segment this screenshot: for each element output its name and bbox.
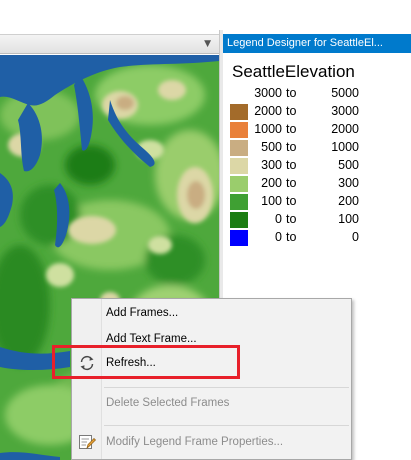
range-low: 1000 xyxy=(254,122,282,136)
legend-row[interactable]: 300 to 500 xyxy=(230,157,380,175)
range-high: 500 xyxy=(338,158,359,172)
legend-title[interactable]: SeattleElevation xyxy=(232,62,355,82)
legend-row[interactable]: 100 to 200 xyxy=(230,193,380,211)
range-to: to xyxy=(286,194,297,208)
range-to: to xyxy=(286,140,297,154)
range-high: 3000 xyxy=(331,104,359,118)
edit-properties-icon xyxy=(78,433,96,451)
menu-item-label: Delete Selected Frames xyxy=(106,397,230,409)
menu-item-modify-legend-frame-properties[interactable]: Modify Legend Frame Properties... xyxy=(72,430,351,454)
range-high: 2000 xyxy=(331,122,359,136)
legend-row[interactable]: 500 to 1000 xyxy=(230,139,380,157)
legend-swatch xyxy=(230,230,248,246)
legend-swatch xyxy=(230,176,248,192)
range-high: 100 xyxy=(338,212,359,226)
range-low: 500 xyxy=(261,140,282,154)
range-low: 0 xyxy=(275,212,282,226)
legend-swatch xyxy=(230,122,248,138)
menu-item-delete-selected-frames[interactable]: Delete Selected Frames xyxy=(72,391,351,415)
legend-swatch xyxy=(230,104,248,120)
range-high: 300 xyxy=(338,176,359,190)
legend-swatch xyxy=(230,86,248,102)
menu-item-add-frames[interactable]: Add Frames... xyxy=(72,301,351,325)
legend-items[interactable]: 3000 to 5000 2000 to 3000 1000 to 2000 5… xyxy=(230,85,380,247)
range-high: 5000 xyxy=(331,86,359,100)
legend-swatch xyxy=(230,140,248,156)
range-low: 200 xyxy=(261,176,282,190)
range-to: to xyxy=(286,122,297,136)
menu-separator xyxy=(104,425,349,426)
legend-swatch xyxy=(230,194,248,210)
legend-row[interactable]: 1000 to 2000 xyxy=(230,121,380,139)
range-low: 0 xyxy=(275,230,282,244)
legend-row[interactable]: 2000 to 3000 xyxy=(230,103,380,121)
legend-designer-title[interactable]: Legend Designer for SeattleEl... xyxy=(223,34,411,53)
range-to: to xyxy=(286,104,297,118)
legend-swatch xyxy=(230,158,248,174)
range-to: to xyxy=(286,176,297,190)
menu-item-label: Add Frames... xyxy=(106,307,179,319)
range-low: 2000 xyxy=(254,104,282,118)
legend-row[interactable]: 200 to 300 xyxy=(230,175,380,193)
range-to: to xyxy=(286,230,297,244)
range-to: to xyxy=(286,212,297,226)
context-menu: Add Frames... Add Text Frame... Refresh.… xyxy=(71,298,352,460)
range-high: 1000 xyxy=(331,140,359,154)
legend-row[interactable]: 0 to 0 xyxy=(230,229,380,247)
menu-item-label: Modify Legend Frame Properties... xyxy=(106,436,284,448)
legend-row[interactable]: 0 to 100 xyxy=(230,211,380,229)
range-low: 300 xyxy=(261,158,282,172)
range-low: 3000 xyxy=(254,86,282,100)
range-to: to xyxy=(286,86,297,100)
legend-swatch xyxy=(230,212,248,228)
map-tab-strip[interactable]: ▼ xyxy=(0,34,219,54)
chevron-down-icon[interactable]: ▼ xyxy=(204,39,211,49)
range-high: 0 xyxy=(352,230,359,244)
legend-row[interactable]: 3000 to 5000 xyxy=(230,85,380,103)
highlight-annotation xyxy=(52,345,240,379)
range-low: 100 xyxy=(261,194,282,208)
menu-separator xyxy=(104,387,349,388)
range-high: 200 xyxy=(338,194,359,208)
range-to: to xyxy=(286,158,297,172)
